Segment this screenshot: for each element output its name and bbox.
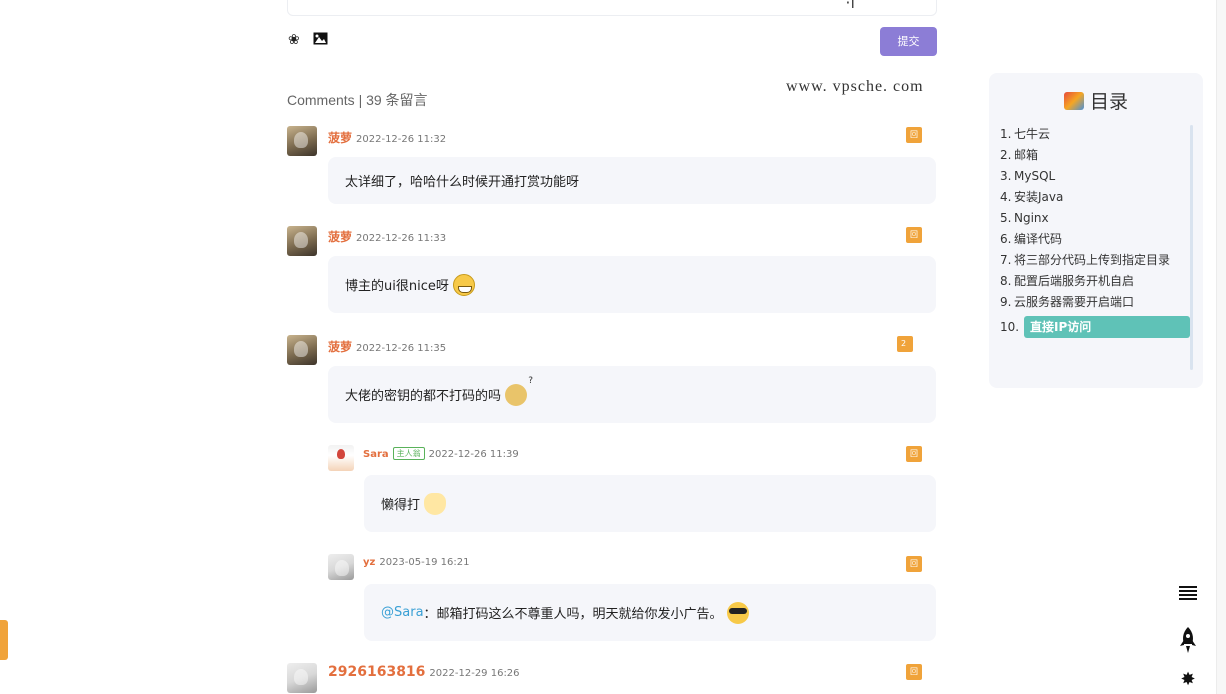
owner-badge: 主人翁 — [392, 447, 425, 460]
submit-button[interactable]: 提交 — [880, 27, 937, 56]
toc-item-num: 3. — [1000, 169, 1012, 183]
comment-text: 太详细了，哈哈什么时候开通打赏功能呀 — [345, 175, 580, 190]
reply-button[interactable]: 回复 — [906, 227, 922, 255]
comment-bubble: 太详细了，哈哈什么时候开通打赏功能呀 — [328, 157, 936, 204]
toc-item-num: 1. — [1000, 127, 1012, 141]
comment-time: 2022-12-26 11:32 — [356, 134, 447, 145]
avatar[interactable] — [328, 554, 354, 580]
comment-author[interactable]: 菠萝 — [328, 340, 352, 354]
toc-item-label: 七牛云 — [1014, 127, 1051, 141]
comment-time: 2022-12-26 11:35 — [356, 343, 447, 354]
comment-author[interactable]: yz — [363, 557, 375, 568]
cool-sunglasses-icon — [726, 601, 749, 624]
menu-list-icon[interactable] — [1178, 585, 1198, 605]
page-scrollbar[interactable] — [1216, 0, 1226, 694]
toc-item-num: 4. — [1000, 190, 1012, 204]
toc-item-label: Nginx — [1014, 211, 1049, 225]
toc-item-label: MySQL — [1014, 169, 1056, 183]
toc-list: 1. 七牛云 2. 邮箱 3. MySQL 4. 安装Java 5. Nginx 6. 编译… — [1000, 127, 1190, 345]
toc-title-text: 目录 — [1089, 91, 1128, 113]
toc-item-label: 将三部分代码上传到指定目录 — [1014, 253, 1171, 267]
comment-textarea[interactable]: ·ĩ ⌒ — [287, 0, 937, 16]
comment-meta: Sara 主人翁 2022-12-26 11:39 — [363, 447, 519, 460]
toc-item-label: 配置后端服务开机自启 — [1014, 274, 1135, 288]
thinking-icon — [505, 376, 533, 406]
toc-item[interactable]: 7. 将三部分代码上传到指定目录 — [1000, 253, 1190, 267]
comment-meta: 菠萝 2022-12-26 11:32 — [328, 129, 446, 146]
toc-title: 目录 — [989, 87, 1203, 114]
comment-author[interactable]: Sara — [363, 449, 389, 460]
editor-decoration: ·ĩ ⌒ — [845, 0, 876, 12]
comment-text: 懒得打 — [381, 498, 421, 513]
comment-meta: 菠萝 2022-12-26 11:33 — [328, 228, 446, 245]
toc-scrollbar[interactable] — [1190, 125, 1193, 370]
avatar[interactable] — [287, 226, 317, 256]
comment-meta: 菠萝 2022-12-26 11:35 — [328, 338, 446, 355]
toc-item-label: 邮箱 — [1014, 148, 1039, 162]
reply-button[interactable]: 2 回复 — [897, 336, 913, 380]
toc-item[interactable]: 5. Nginx — [1000, 211, 1190, 225]
toc-item[interactable]: 8. 配置后端服务开机自启 — [1000, 274, 1190, 288]
comment-time: 2023-05-19 16:21 — [379, 557, 470, 568]
toc-item[interactable]: 3. MySQL — [1000, 169, 1190, 183]
comment-time: 2022-12-29 16:26 — [429, 668, 520, 679]
reply-button[interactable]: 回复 — [906, 556, 922, 584]
page: ·ĩ ⌒ ❀ 提交 Comments | 39 条留言 www. vpsche.… — [0, 0, 1226, 694]
toc-item[interactable]: 1. 七牛云 — [1000, 127, 1190, 141]
toc-item[interactable]: 9. 云服务器需要开启端口 — [1000, 295, 1190, 309]
grin-icon — [452, 273, 475, 296]
reply-button[interactable]: 回复 — [906, 664, 922, 692]
comment-text: ：邮箱打码这么不尊重人吗，明天就给你发小广告。 — [423, 607, 723, 622]
toc-item-label: 编译代码 — [1014, 232, 1063, 246]
comment-author[interactable]: 菠萝 — [328, 230, 352, 244]
toc-item-label: 直接IP访问 — [1024, 316, 1190, 338]
comment-time: 2022-12-26 11:39 — [428, 449, 519, 460]
toc-item-num: 5. — [1000, 211, 1012, 225]
toc-item-num: 2. — [1000, 148, 1012, 162]
toc-flag-icon — [1063, 92, 1084, 110]
image-icon[interactable] — [313, 32, 329, 48]
comment-author[interactable]: 菠萝 — [328, 131, 352, 145]
comment-text: 大佬的密钥的都不打码的吗 — [345, 389, 502, 404]
lazy-icon — [424, 492, 447, 515]
avatar[interactable] — [328, 445, 354, 471]
comment-meta: 2926163816 2022-12-29 16:26 — [328, 664, 520, 680]
mention-link[interactable]: @Sara — [381, 605, 424, 620]
comment-meta: yz 2023-05-19 16:21 — [363, 557, 469, 568]
toc-item[interactable]: 2. 邮箱 — [1000, 148, 1190, 162]
toc-item-num: 10. — [1000, 320, 1020, 334]
toc-item-num: 6. — [1000, 232, 1012, 246]
toc-item-active[interactable]: 10. 直接IP访问 — [1000, 316, 1190, 338]
comments-title: Comments | 39 条留言 — [287, 92, 428, 108]
toc-item-label: 安装Java — [1014, 190, 1064, 204]
toc-item-num: 7. — [1000, 253, 1012, 267]
emoji-smile-icon[interactable]: ❀ — [288, 32, 304, 48]
toc-item-label: 云服务器需要开启端口 — [1014, 295, 1135, 309]
comment-bubble: 博主的ui很nice呀 — [328, 256, 936, 313]
avatar[interactable] — [287, 335, 317, 365]
comment-text: 博主的ui很nice呀 — [345, 279, 449, 294]
avatar[interactable] — [287, 126, 317, 156]
comment-time: 2022-12-26 11:33 — [356, 233, 447, 244]
reply-button[interactable]: 回复 — [906, 446, 922, 474]
avatar[interactable] — [287, 663, 317, 693]
toc-item-num: 8. — [1000, 274, 1012, 288]
comment-bubble: @Sara ：邮箱打码这么不尊重人吗，明天就给你发小广告。 — [364, 584, 936, 641]
toc-item[interactable]: 4. 安装Java — [1000, 190, 1190, 204]
comment-bubble: 大佬的密钥的都不打码的吗 — [328, 366, 936, 423]
toc-item[interactable]: 6. 编译代码 — [1000, 232, 1190, 246]
toc-item-num: 9. — [1000, 295, 1012, 309]
rocket-icon[interactable] — [1178, 626, 1198, 654]
reply-button[interactable]: 回复 — [906, 127, 922, 155]
side-feedback-tab[interactable] — [0, 620, 8, 660]
settings-gear-icon[interactable]: ✸ — [1178, 670, 1198, 690]
comment-bubble: 懒得打 — [364, 475, 936, 532]
toc-panel: 目录 1. 七牛云 2. 邮箱 3. MySQL 4. 安装Java 5. Nginx 6… — [989, 73, 1203, 388]
comment-author[interactable]: 2926163816 — [328, 664, 425, 680]
watermark: www. vpsche. com — [786, 78, 924, 95]
